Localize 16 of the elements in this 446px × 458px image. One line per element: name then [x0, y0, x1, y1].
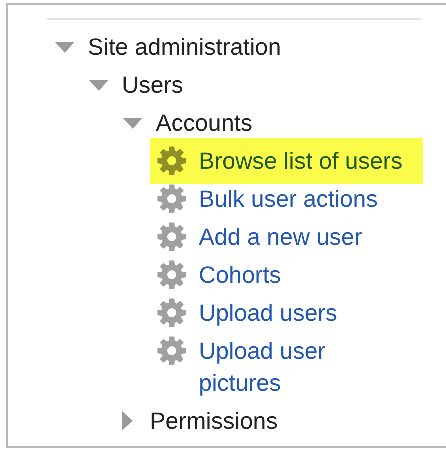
admin-link[interactable]: Add a new user: [199, 221, 362, 253]
admin-link[interactable]: Upload user pictures: [199, 335, 413, 399]
gear-icon: [157, 260, 187, 290]
gear-icon: [157, 298, 187, 328]
tree-item[interactable]: Site administration: [88, 31, 282, 63]
admin-link[interactable]: Bulk user actions: [199, 183, 378, 215]
admin-link[interactable]: Browse list of users: [199, 145, 403, 177]
gear-icon: [157, 336, 187, 366]
tree-item[interactable]: Users: [122, 69, 184, 101]
tree-item[interactable]: Permissions: [150, 405, 278, 437]
gear-icon: [157, 184, 187, 214]
gear-icon: [157, 222, 187, 252]
tree-item[interactable]: Accounts: [156, 107, 253, 139]
admin-link[interactable]: Cohorts: [199, 259, 282, 291]
gear-icon: [157, 146, 187, 176]
admin-link[interactable]: Upload users: [199, 297, 338, 329]
